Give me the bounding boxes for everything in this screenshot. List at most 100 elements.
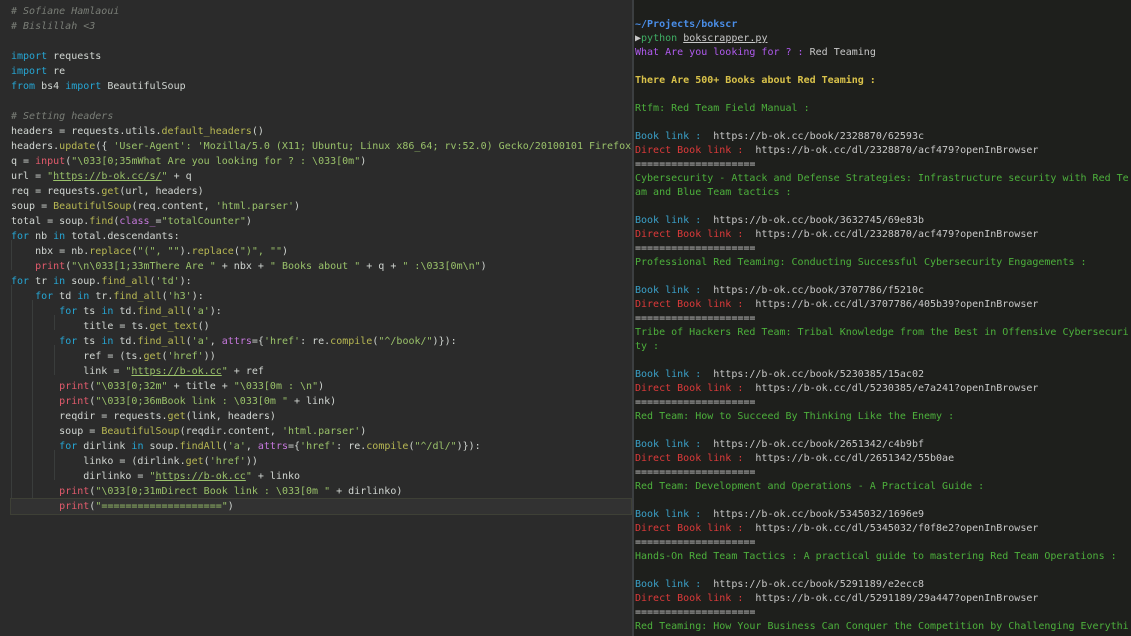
code-line: total = soup.find(class_="totalCounter") <box>11 214 252 229</box>
terminal-text: ==================== <box>635 397 756 408</box>
code-token: linko = (dirlink. <box>11 456 186 467</box>
code-token: from <box>11 81 36 92</box>
code-token: in <box>101 336 114 347</box>
terminal-text: Book link : <box>635 285 708 296</box>
terminal-line: Book link : https://b-ok.cc/book/3632745… <box>635 214 924 228</box>
terminal-text: Rtfm: Red Team Field Manual : <box>635 103 810 114</box>
code-token: find_all <box>113 291 162 302</box>
terminal-text: Red Team: How to Succeed By Thinking Lik… <box>635 411 955 422</box>
code-token: ) <box>245 216 252 227</box>
terminal-text: Cybersecurity - Attack and Defense Strat… <box>635 173 1129 184</box>
terminal-text: Book link : <box>635 439 708 450</box>
code-token: () <box>197 321 210 332</box>
code-token: + link) <box>287 396 337 407</box>
code-token: 'html.parser' <box>281 426 361 437</box>
code-token: tr. <box>89 291 114 302</box>
code-token: nb <box>29 231 54 242</box>
code-token: get_text <box>149 321 198 332</box>
terminal-text: ==================== <box>635 313 756 324</box>
code-token: "\033[0;36mBook link : \033[0m " <box>95 396 288 407</box>
code-token: re <box>47 66 66 77</box>
code-token: update <box>59 141 96 152</box>
code-token: total = soup. <box>11 216 90 227</box>
code-line: print("\n\033[1;33mThere Are " + nbx + "… <box>11 259 487 274</box>
code-token: for <box>11 231 30 242</box>
code-token: print <box>59 486 90 497</box>
code-token: class_ <box>119 216 156 227</box>
code-token: 'a' <box>191 336 210 347</box>
terminal-line: ==================== <box>635 242 755 256</box>
code-token: import <box>11 51 48 62</box>
terminal-text: Direct Book link : <box>635 383 750 394</box>
code-token: ref = (ts. <box>11 351 144 362</box>
code-line: soup = BeautifulSoup(reqdir.content, 'ht… <box>11 424 366 439</box>
code-token: ts <box>77 336 102 347</box>
code-line: req = requests.get(url, headers) <box>11 184 204 199</box>
code-token: td <box>53 291 78 302</box>
code-line: soup = BeautifulSoup(req.content, 'html.… <box>11 199 300 214</box>
code-line: for ts in td.find_all('a'): <box>11 304 222 319</box>
code-token: "\n\033[1;33mThere Are " <box>71 261 216 272</box>
terminal-text: Professional Red Teaming: Conducting Suc… <box>635 257 1087 268</box>
code-token: https://b-ok.cc <box>155 471 246 482</box>
current-code-line: print("====================") <box>10 498 632 515</box>
terminal-line: ==================== <box>635 606 755 620</box>
code-token: replace <box>89 246 132 257</box>
terminal-text: ==================== <box>635 159 756 170</box>
code-token: nbx = nb. <box>11 246 90 257</box>
terminal-text: https://b-ok.cc/book/3707786/f5210c <box>707 285 924 296</box>
code-token: 'href' <box>300 441 337 452</box>
terminal-text: Red Teaming <box>809 47 876 58</box>
terminal-line: What Are you looking for ? : Red Teaming <box>635 46 876 60</box>
code-token: https://b-ok.cc <box>131 366 222 377</box>
terminal-line: Rtfm: Red Team Field Manual : <box>635 102 810 116</box>
code-token: in <box>53 276 66 287</box>
code-editor[interactable]: # Sofiane Hamlaoui # Bislillah <3 import r… <box>0 0 632 636</box>
terminal-text: Book link : <box>635 369 708 380</box>
code-token: compile <box>330 336 373 347</box>
code-token: BeautifulSoup <box>101 81 186 92</box>
code-token: attrs <box>257 441 288 452</box>
code-line: print("\033[0;32m" + title + "\033[0m : … <box>11 379 324 394</box>
code-token: for <box>11 276 30 287</box>
terminal-text: https://b-ok.cc/dl/2328870/acf479?openIn… <box>749 145 1039 156</box>
terminal-line: Direct Book link : https://b-ok.cc/dl/53… <box>635 522 1038 536</box>
terminal-line: Direct Book link : https://b-ok.cc/dl/52… <box>635 592 1038 606</box>
code-token: (link, headers) <box>185 411 276 422</box>
code-token: headers = requests.utils. <box>11 126 162 137</box>
code-token: requests <box>47 51 102 62</box>
code-token: + q + <box>360 261 403 272</box>
terminal-line: Red Teaming: How Your Business Can Conqu… <box>635 620 1129 634</box>
terminal-line: Direct Book link : https://b-ok.cc/dl/23… <box>635 144 1038 158</box>
terminal-text: https://b-ok.cc/dl/2328870/acf479?openIn… <box>749 229 1039 240</box>
code-token: (reqdir.content, <box>179 426 282 437</box>
code-token: soup = <box>11 201 54 212</box>
code-token: ) <box>480 261 487 272</box>
code-line: for nb in total.descendants: <box>11 229 180 244</box>
code-token: "\033[0;35mWhat Are you looking for ? : … <box>71 156 361 167</box>
terminal-text: https://b-ok.cc/book/5230385/15ac02 <box>707 369 924 380</box>
terminal-text: ==================== <box>635 607 756 618</box>
code-token: q = <box>11 156 36 167</box>
terminal-text: Red Team: Development and Operations - A… <box>635 481 985 492</box>
code-token: tr <box>29 276 54 287</box>
code-token: total.descendants: <box>65 231 180 242</box>
code-token: ) <box>318 381 325 392</box>
code-line: reqdir = requests.get(link, headers) <box>11 409 276 424</box>
code-token: default_headers <box>161 126 252 137</box>
code-line: linko = (dirlink.get('href')) <box>11 454 258 469</box>
code-token: " Books about " <box>269 261 361 272</box>
code-token: ) <box>294 201 301 212</box>
terminal-text: Book link : <box>635 509 708 520</box>
code-line: for ts in td.find_all('a', attrs={'href'… <box>11 334 456 349</box>
terminal-text: https://b-ok.cc/book/2328870/62593c <box>707 131 924 142</box>
terminal-text: ~/Projects/bokscr <box>635 19 738 30</box>
terminal-text: https://b-ok.cc/book/3632745/69e83b <box>707 215 924 226</box>
terminal-pane[interactable]: ~/Projects/bokscr ▶python bokscrapper.py W… <box>634 0 1131 636</box>
code-token: print <box>35 261 66 272</box>
